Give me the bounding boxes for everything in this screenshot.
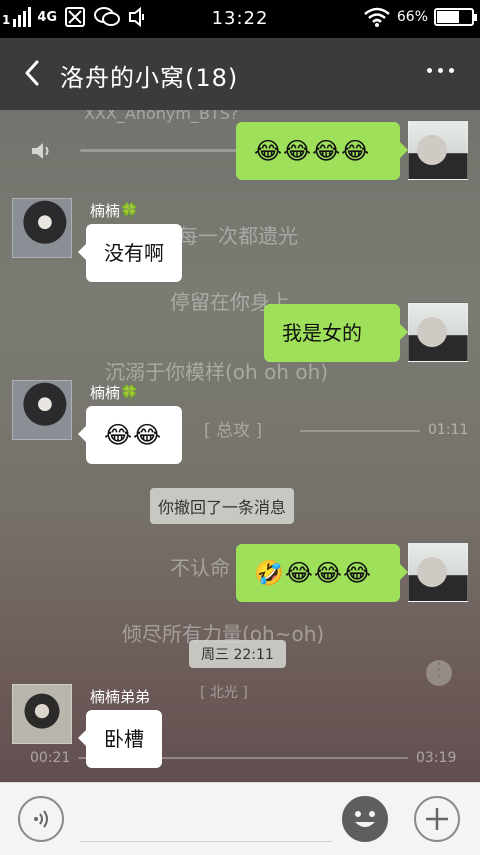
sender-name: 楠楠弟弟: [90, 688, 151, 706]
emoji-button[interactable]: [342, 796, 388, 842]
avatar[interactable]: [408, 120, 468, 180]
avatar[interactable]: [408, 542, 468, 602]
sender-name: 楠楠🍀: [90, 202, 139, 220]
status-right: 66%: [363, 6, 477, 28]
chat-area[interactable]: XXX_Anonym_BTS? 每一次都遗光 停留在你身上 沉溺于你模样(oh …: [0, 110, 480, 782]
speaker-icon: [32, 143, 49, 159]
plus-icon: [426, 808, 448, 830]
playback-elapsed: 00:21: [30, 750, 71, 766]
avatar[interactable]: [408, 302, 468, 362]
avatar[interactable]: [12, 684, 72, 744]
status-bar: 1 4G 13:22 66%: [0, 0, 480, 38]
incoming-message-bubble[interactable]: 😂😂: [78, 406, 182, 464]
plus-button[interactable]: [414, 796, 460, 842]
background-lyric: [ 总攻 ]: [204, 421, 263, 441]
outgoing-message-bubble[interactable]: 😂😂😂😂: [236, 122, 408, 180]
voice-button[interactable]: [18, 796, 64, 842]
incoming-message-bubble[interactable]: 没有啊: [78, 224, 182, 282]
avatar[interactable]: [12, 380, 72, 440]
playback-duration: 03:19: [416, 750, 457, 766]
chevron-left-icon[interactable]: [18, 58, 48, 88]
outgoing-message-bubble[interactable]: 🤣😂😂😂: [236, 544, 408, 602]
lyric-progress-line: [300, 430, 420, 432]
voice-icon: [34, 810, 48, 828]
battery-fill: [437, 11, 459, 23]
recall-notice: 你撤回了一条消息: [150, 488, 295, 524]
battery-icon: [434, 8, 477, 26]
background-lyric: 不认命: [170, 556, 230, 580]
wifi-icon: [364, 7, 390, 27]
message-input[interactable]: [80, 799, 332, 842]
background-lyric: [ 北光 ]: [200, 685, 248, 701]
emoji-icon: [345, 799, 385, 839]
battery-percent: 66%: [396, 9, 428, 25]
outgoing-message-bubble[interactable]: 我是女的: [264, 304, 408, 362]
input-bar: [0, 782, 480, 855]
sender-name: 楠楠🍀: [90, 384, 139, 402]
avatar[interactable]: [12, 198, 72, 258]
more-dots-icon[interactable]: [427, 68, 454, 73]
player-menu-icon[interactable]: [426, 659, 452, 686]
lyric-time-marker: 01:11: [428, 422, 469, 438]
chat-title: 洛舟的小窝(18): [60, 64, 239, 92]
time-stamp: 周三 22:11: [189, 640, 286, 668]
volume-track: [80, 149, 240, 152]
incoming-message-bubble[interactable]: 卧槽: [78, 710, 162, 768]
background-lyric: 每一次都遗光: [178, 224, 298, 248]
chat-header: 洛舟的小窝(18): [0, 38, 480, 110]
background-lyric: XXX_Anonym_BTS?: [84, 110, 239, 123]
